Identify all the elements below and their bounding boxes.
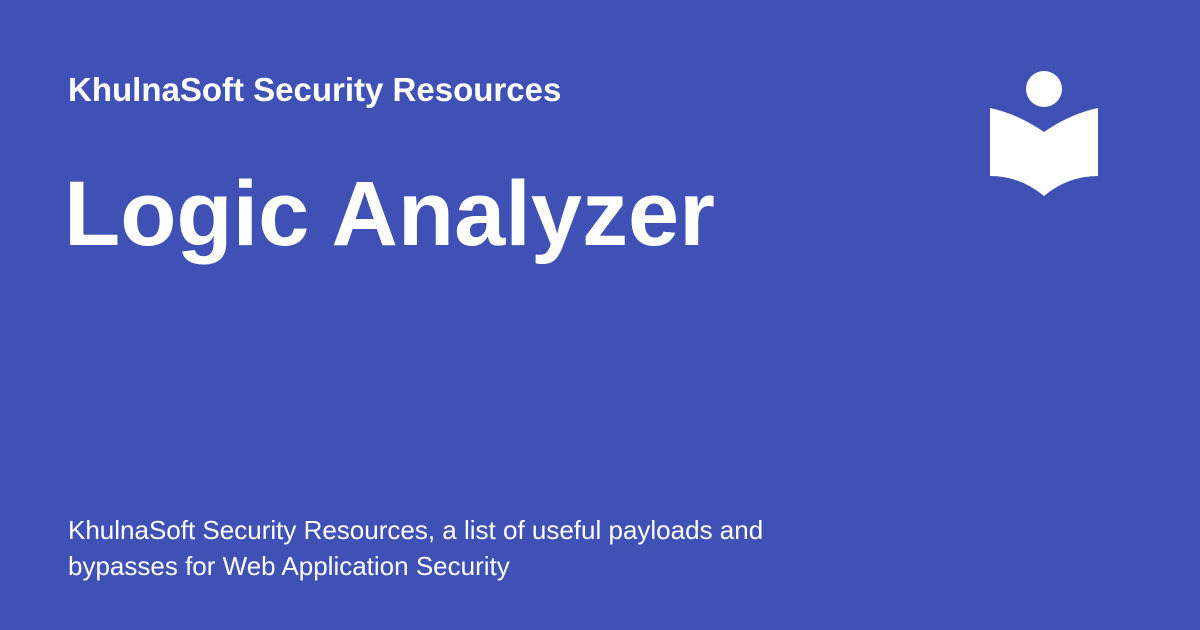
- social-card: KhulnaSoft Security Resources Logic Anal…: [0, 0, 1200, 630]
- site-name: KhulnaSoft Security Resources: [68, 71, 562, 108]
- open-book: [990, 108, 1098, 196]
- page-title: Logic Analyzer: [64, 163, 715, 265]
- reader-head: [1026, 71, 1062, 107]
- page-description: KhulnaSoft Security Resources, a list of…: [68, 515, 764, 581]
- reader-book-icon: [990, 71, 1098, 196]
